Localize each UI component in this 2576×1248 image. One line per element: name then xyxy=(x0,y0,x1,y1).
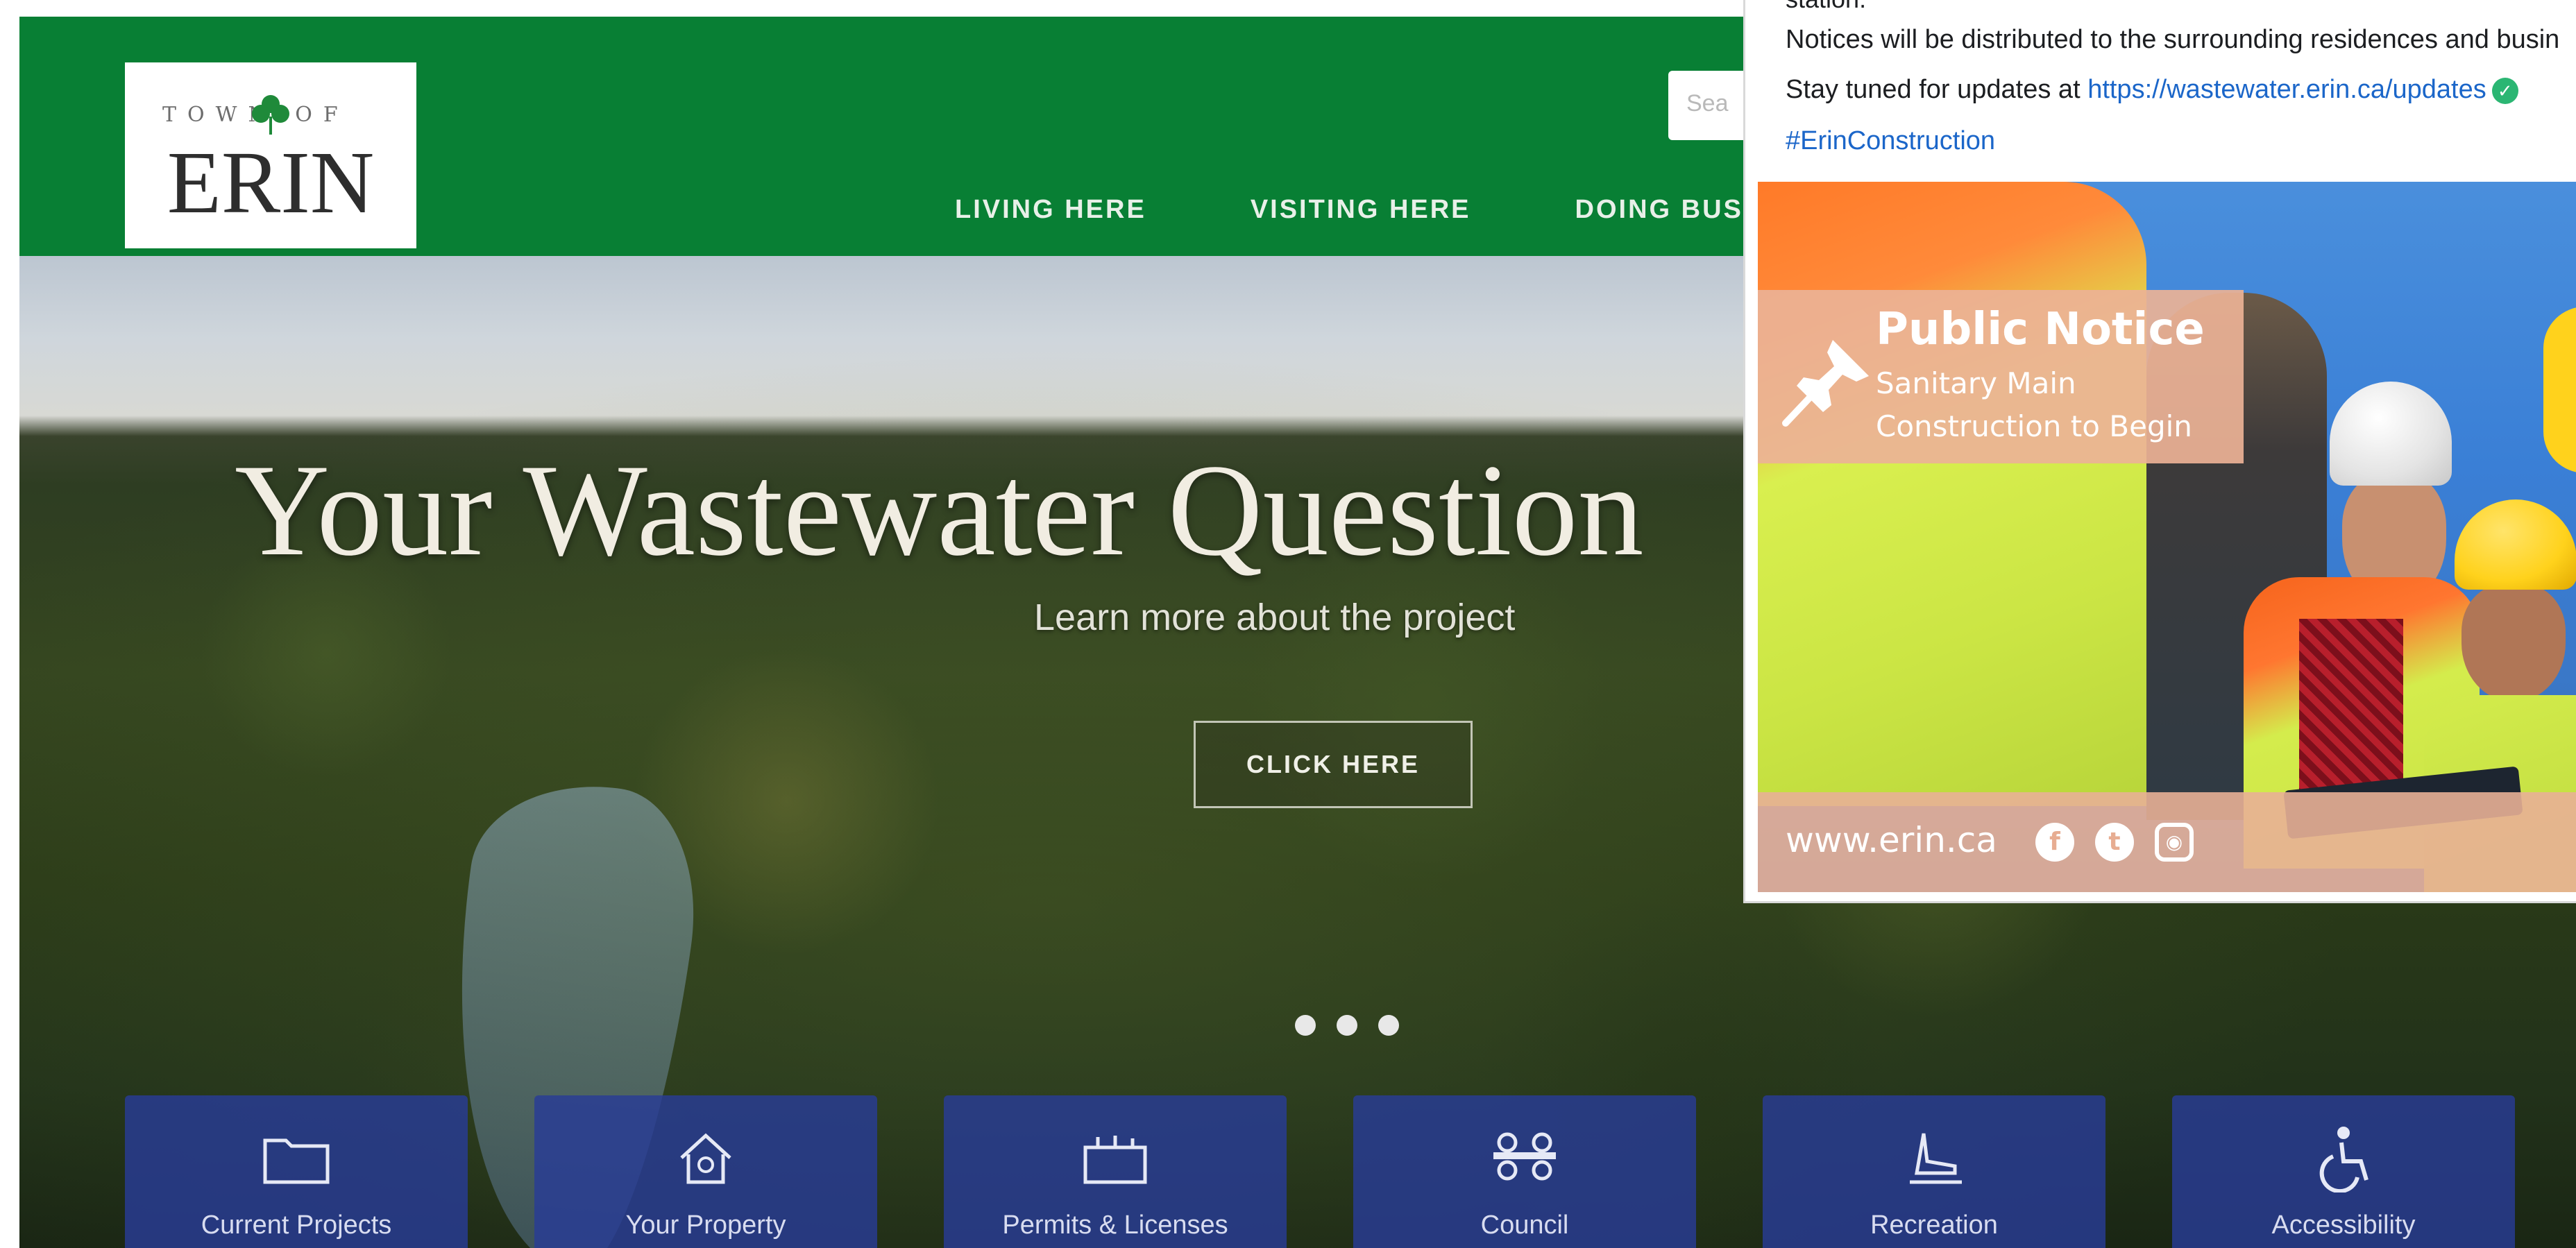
white-hardhat xyxy=(2330,382,2452,486)
folder-icon xyxy=(263,1138,330,1184)
logo-name: ERIN xyxy=(167,133,375,232)
pushpin-icon xyxy=(1782,340,1869,427)
notice-title: Public Notice xyxy=(1876,304,2205,355)
updates-link[interactable]: https://wastewater.erin.ca/updates xyxy=(2087,75,2486,104)
post-image[interactable]: Public Notice Sanitary Main Construction… xyxy=(1758,182,2576,892)
facebook-icon: f xyxy=(2035,823,2074,862)
yellow-hardhat xyxy=(2455,499,2576,590)
council-icon xyxy=(1493,1132,1556,1181)
slide-dot[interactable] xyxy=(1337,1015,1357,1036)
tile-permits-licenses[interactable]: Permits & Licenses xyxy=(944,1095,1287,1248)
nav-visiting-here[interactable]: VISITING HERE xyxy=(1251,189,1471,230)
hero-subtitle: Learn more about the project xyxy=(1034,597,1516,638)
tile-label: Recreation xyxy=(1870,1211,1998,1240)
post-updates-line: Stay tuned for updates at https://wastew… xyxy=(1786,75,2518,105)
tile-label: Accessibility xyxy=(2271,1211,2416,1240)
notice-line: Sanitary Main xyxy=(1876,366,2076,400)
tile-label: Current Projects xyxy=(201,1211,392,1240)
image-footer: www.erin.ca f t ◉ xyxy=(1758,792,2576,892)
instagram-icon: ◉ xyxy=(2155,823,2194,862)
yellow-hardhat xyxy=(2543,307,2576,473)
click-here-button[interactable]: CLICK HERE xyxy=(1194,721,1473,808)
main-nav: LIVING HERE VISITING HERE DOING BUS xyxy=(955,189,1847,230)
quick-links: Current Projects Your Property Permits &… xyxy=(125,1095,2576,1248)
slide-indicator xyxy=(1295,1015,1420,1036)
post-cut-text: station. xyxy=(1786,0,1866,14)
tile-your-property[interactable]: Your Property xyxy=(534,1095,877,1248)
post-updates-prefix: Stay tuned for updates at xyxy=(1786,75,2088,104)
hashtag-link[interactable]: #ErinConstruction xyxy=(1786,126,1995,156)
worker-face xyxy=(2461,584,2566,702)
verified-check-icon: ✓ xyxy=(2491,77,2518,104)
slide-dot[interactable] xyxy=(1295,1015,1316,1036)
accessibility-icon xyxy=(2319,1127,2369,1193)
house-icon xyxy=(680,1133,731,1184)
tile-council[interactable]: Council xyxy=(1353,1095,1696,1248)
permit-icon xyxy=(1083,1136,1147,1184)
tile-label: Council xyxy=(1480,1211,1569,1240)
tile-label: Your Property xyxy=(625,1211,786,1240)
worker-vest xyxy=(1758,182,2146,806)
public-notice-box: Public Notice Sanitary Main Construction… xyxy=(1758,290,2244,463)
town-logo[interactable]: TOWN OF ERIN xyxy=(125,62,416,248)
notice-line: Construction to Begin xyxy=(1876,409,2192,443)
post-text-line: Notices will be distributed to the surro… xyxy=(1786,25,2560,54)
nav-doing-business[interactable]: DOING BUS xyxy=(1575,189,1743,230)
footer-url: www.erin.ca xyxy=(1786,820,1997,860)
tile-current-projects[interactable]: Current Projects xyxy=(125,1095,468,1248)
twitter-icon: t xyxy=(2095,823,2134,862)
tile-recreation[interactable]: Recreation xyxy=(1763,1095,2105,1248)
search-placeholder: Sea xyxy=(1686,90,1729,117)
social-post: station. Notices will be distributed to … xyxy=(1743,0,2576,903)
hero-title: Your Wastewater Question xyxy=(235,438,1644,583)
nav-living-here[interactable]: LIVING HERE xyxy=(955,189,1146,230)
slide-dot[interactable] xyxy=(1378,1015,1399,1036)
tile-label: Permits & Licenses xyxy=(1002,1211,1228,1240)
skate-icon xyxy=(1910,1133,1962,1184)
tile-accessibility[interactable]: Accessibility xyxy=(2172,1095,2515,1248)
